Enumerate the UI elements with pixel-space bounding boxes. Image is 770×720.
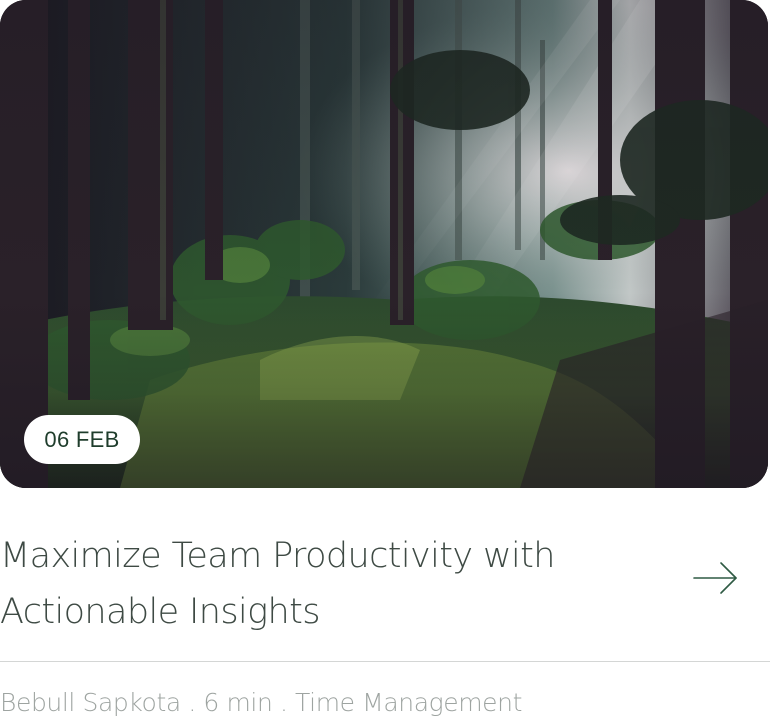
author-name[interactable]: Bebull Sapkota [0,688,181,717]
read-time: 6 min [203,688,273,717]
post-title[interactable]: Maximize Team Productivity with Actionabl… [0,528,620,640]
category-tag[interactable]: Time Management [295,688,522,717]
post-meta: Bebull Sapkota . 6 min . Time Management [0,686,522,720]
cover-image[interactable]: 06 FEB [0,0,768,488]
date-badge: 06 FEB [24,415,140,464]
post-title-line1[interactable]: Maximize Team Productivity with [0,536,555,576]
read-more-button[interactable] [690,556,742,600]
post-title-line2[interactable]: Actionable Insights [0,592,320,632]
divider [0,661,770,662]
meta-separator: . [279,688,288,717]
meta-separator: . [188,688,196,717]
arrow-right-icon [693,562,737,594]
blog-post-card[interactable]: 06 FEB Maximize Team Productivity with Ac… [0,0,770,719]
